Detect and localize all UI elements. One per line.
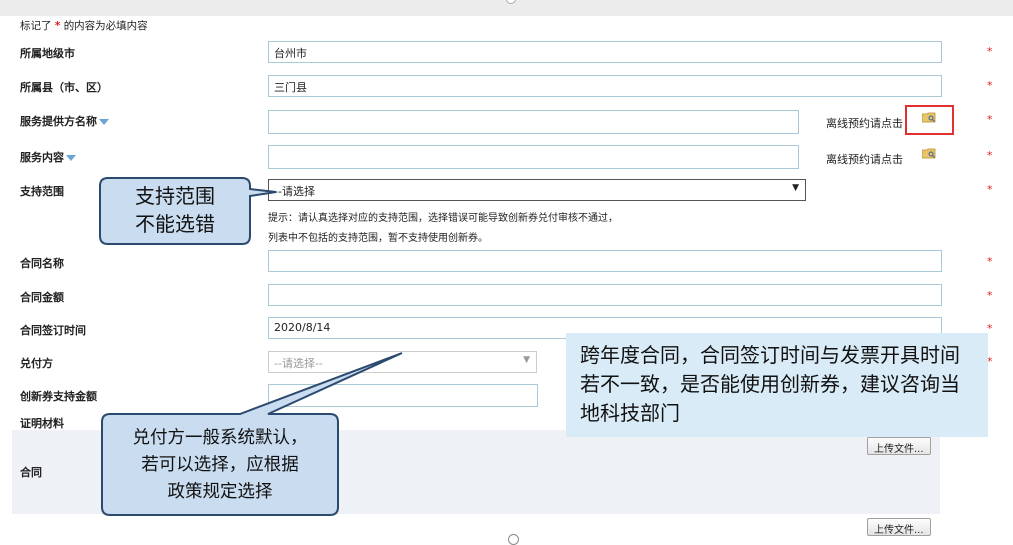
note-prefix: 标记了 <box>20 20 52 32</box>
top-toolbar <box>0 0 1013 16</box>
required-mark: * <box>987 79 993 92</box>
chevron-down-icon: ▼ <box>792 183 799 193</box>
callout-payer-line2: 若可以选择，应根据 <box>141 455 299 475</box>
scroll-indicator <box>506 0 516 4</box>
callout-scope-line2: 不能选错 <box>135 212 215 236</box>
upload-button[interactable]: 上传文件... <box>867 518 931 536</box>
upload-button[interactable]: 上传文件... <box>867 437 931 455</box>
chevron-down-icon: ▼ <box>523 355 530 365</box>
required-mark: * <box>987 45 993 58</box>
label-sign-date: 合同签订时间 <box>20 324 86 337</box>
label-county: 所属县（市、区） <box>20 81 108 94</box>
label-payer: 兑付方 <box>20 357 53 370</box>
folder-search-icon[interactable] <box>922 148 936 159</box>
label-contract-file: 合同 <box>20 466 42 479</box>
label-provider: 服务提供方名称 <box>20 113 109 129</box>
scope-selected-value: --请选择 <box>274 185 315 198</box>
provider-input[interactable] <box>268 110 799 134</box>
callout-payer: 兑付方一般系统默认， 若可以选择，应根据 政策规定选择 <box>102 425 338 506</box>
required-mark: * <box>987 149 993 162</box>
voucher-amount-input[interactable] <box>268 384 538 407</box>
label-city: 所属地级市 <box>20 47 75 60</box>
county-input[interactable]: 三门县 <box>268 75 942 97</box>
required-mark: * <box>987 289 993 302</box>
required-mark: * <box>987 113 993 126</box>
label-proof: 证明材料 <box>20 417 64 430</box>
label-contract-amount: 合同金额 <box>20 291 64 304</box>
highlight-box <box>905 105 954 135</box>
dropdown-triangle-icon[interactable] <box>99 119 109 125</box>
service-input[interactable] <box>268 145 799 169</box>
service-label-text: 服务内容 <box>20 151 64 164</box>
label-voucher-amount: 创新券支持金额 <box>20 390 97 403</box>
label-contract-name: 合同名称 <box>20 257 64 270</box>
contract-amount-input[interactable] <box>268 284 942 306</box>
offline-booking-text: 离线预约请点击 <box>826 117 903 130</box>
callout-scope-line1: 支持范围 <box>135 184 215 208</box>
scope-select[interactable]: --请选择 ▼ <box>268 179 806 201</box>
note-suffix: 的内容为必填内容 <box>63 20 148 32</box>
scope-hint-line2: 列表中不包括的支持范围，暂不支持使用创新券。 <box>268 233 488 244</box>
required-note: 标记了 * 的内容为必填内容 <box>20 18 148 33</box>
offline-booking-text: 离线预约请点击 <box>826 153 903 166</box>
city-input[interactable]: 台州市 <box>268 41 942 63</box>
cross-year-note: 跨年度合同，合同签订时间与发票开具时间若不一致，是否能使用创新券，建议咨询当地科… <box>566 333 988 437</box>
provider-label-text: 服务提供方名称 <box>20 115 97 128</box>
callout-scope: 支持范围 不能选错 <box>100 182 250 238</box>
label-service: 服务内容 <box>20 149 76 165</box>
required-mark: * <box>987 183 993 196</box>
dropdown-triangle-icon[interactable] <box>66 155 76 161</box>
payer-selected-value: --请选择-- <box>274 357 323 370</box>
callout-payer-line1: 兑付方一般系统默认， <box>132 428 308 448</box>
callout-payer-line3: 政策规定选择 <box>167 482 273 502</box>
payer-select[interactable]: --请选择-- ▼ <box>268 351 537 373</box>
required-star: * <box>54 20 61 32</box>
label-scope: 支持范围 <box>20 185 64 198</box>
required-mark: * <box>987 255 993 268</box>
scope-hint-line1: 提示：请认真选择对应的支持范围，选择错误可能导致创新券兑付审核不通过， <box>268 213 618 224</box>
contract-name-input[interactable] <box>268 250 942 272</box>
